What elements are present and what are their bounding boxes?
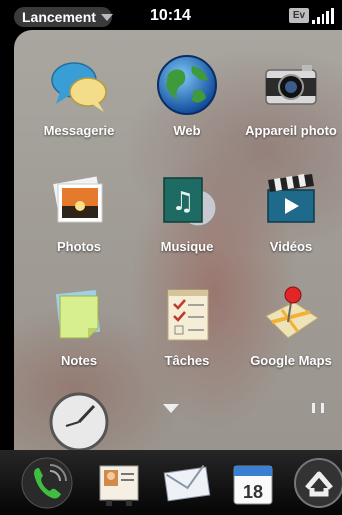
- app-label: Musique: [160, 239, 214, 254]
- quick-launch-dock: 18: [0, 450, 342, 515]
- app-appareil-photo[interactable]: Appareil photo: [236, 52, 342, 138]
- chevron-down-icon: [100, 13, 113, 21]
- sticky-note-icon: [46, 282, 112, 348]
- chat-bubbles-icon: [46, 52, 112, 118]
- app-label: Messagerie: [43, 123, 115, 138]
- app-label: Web: [173, 123, 201, 138]
- app-clock[interactable]: [24, 386, 134, 450]
- launcher-card[interactable]: Messagerie Web Appareil photo Photos ♫ M…: [14, 30, 342, 450]
- status-bar: Lancement 10:14 Ev: [0, 0, 342, 30]
- app-label: Appareil photo: [245, 123, 337, 138]
- network-badge: Ev: [289, 8, 309, 23]
- clock-icon: [46, 386, 112, 450]
- app-notes[interactable]: Notes: [24, 282, 134, 368]
- camera-icon: [258, 52, 324, 118]
- map-pin-icon: [258, 282, 324, 348]
- app-label: Google Maps: [250, 353, 332, 368]
- launcher-menu-label: Lancement: [22, 9, 96, 25]
- app-web[interactable]: Web: [132, 52, 242, 138]
- clapperboard-icon: [258, 168, 324, 234]
- app-google-maps[interactable]: Google Maps: [236, 282, 342, 368]
- photo-stack-icon: [46, 168, 112, 234]
- calendar-day: 18: [243, 482, 263, 502]
- contacts-icon[interactable]: [92, 456, 146, 510]
- app-videos[interactable]: Vidéos: [236, 168, 342, 254]
- app-label: Vidéos: [269, 239, 313, 254]
- signal-icon: [312, 8, 334, 24]
- app-taches[interactable]: Tâches: [132, 282, 242, 368]
- calendar-icon[interactable]: 18: [226, 456, 280, 510]
- svg-text:♫: ♫: [171, 187, 194, 217]
- app-label: Tâches: [164, 353, 210, 368]
- app-messagerie[interactable]: Messagerie: [24, 52, 134, 138]
- email-icon[interactable]: [160, 456, 214, 510]
- scroll-down-icon[interactable]: [163, 404, 179, 413]
- launcher-up-icon[interactable]: [292, 456, 342, 510]
- globe-icon: [154, 52, 220, 118]
- clock: 10:14: [150, 7, 191, 24]
- launcher-menu[interactable]: Lancement: [14, 7, 113, 27]
- checklist-icon: [154, 282, 220, 348]
- phone-icon[interactable]: [20, 456, 74, 510]
- app-musique[interactable]: ♫ Musique: [132, 168, 242, 254]
- app-photos[interactable]: Photos: [24, 168, 134, 254]
- music-icon: ♫: [154, 168, 220, 234]
- app-label: Photos: [56, 239, 102, 254]
- app-label: Notes: [60, 353, 98, 368]
- page-indicator: [312, 403, 324, 413]
